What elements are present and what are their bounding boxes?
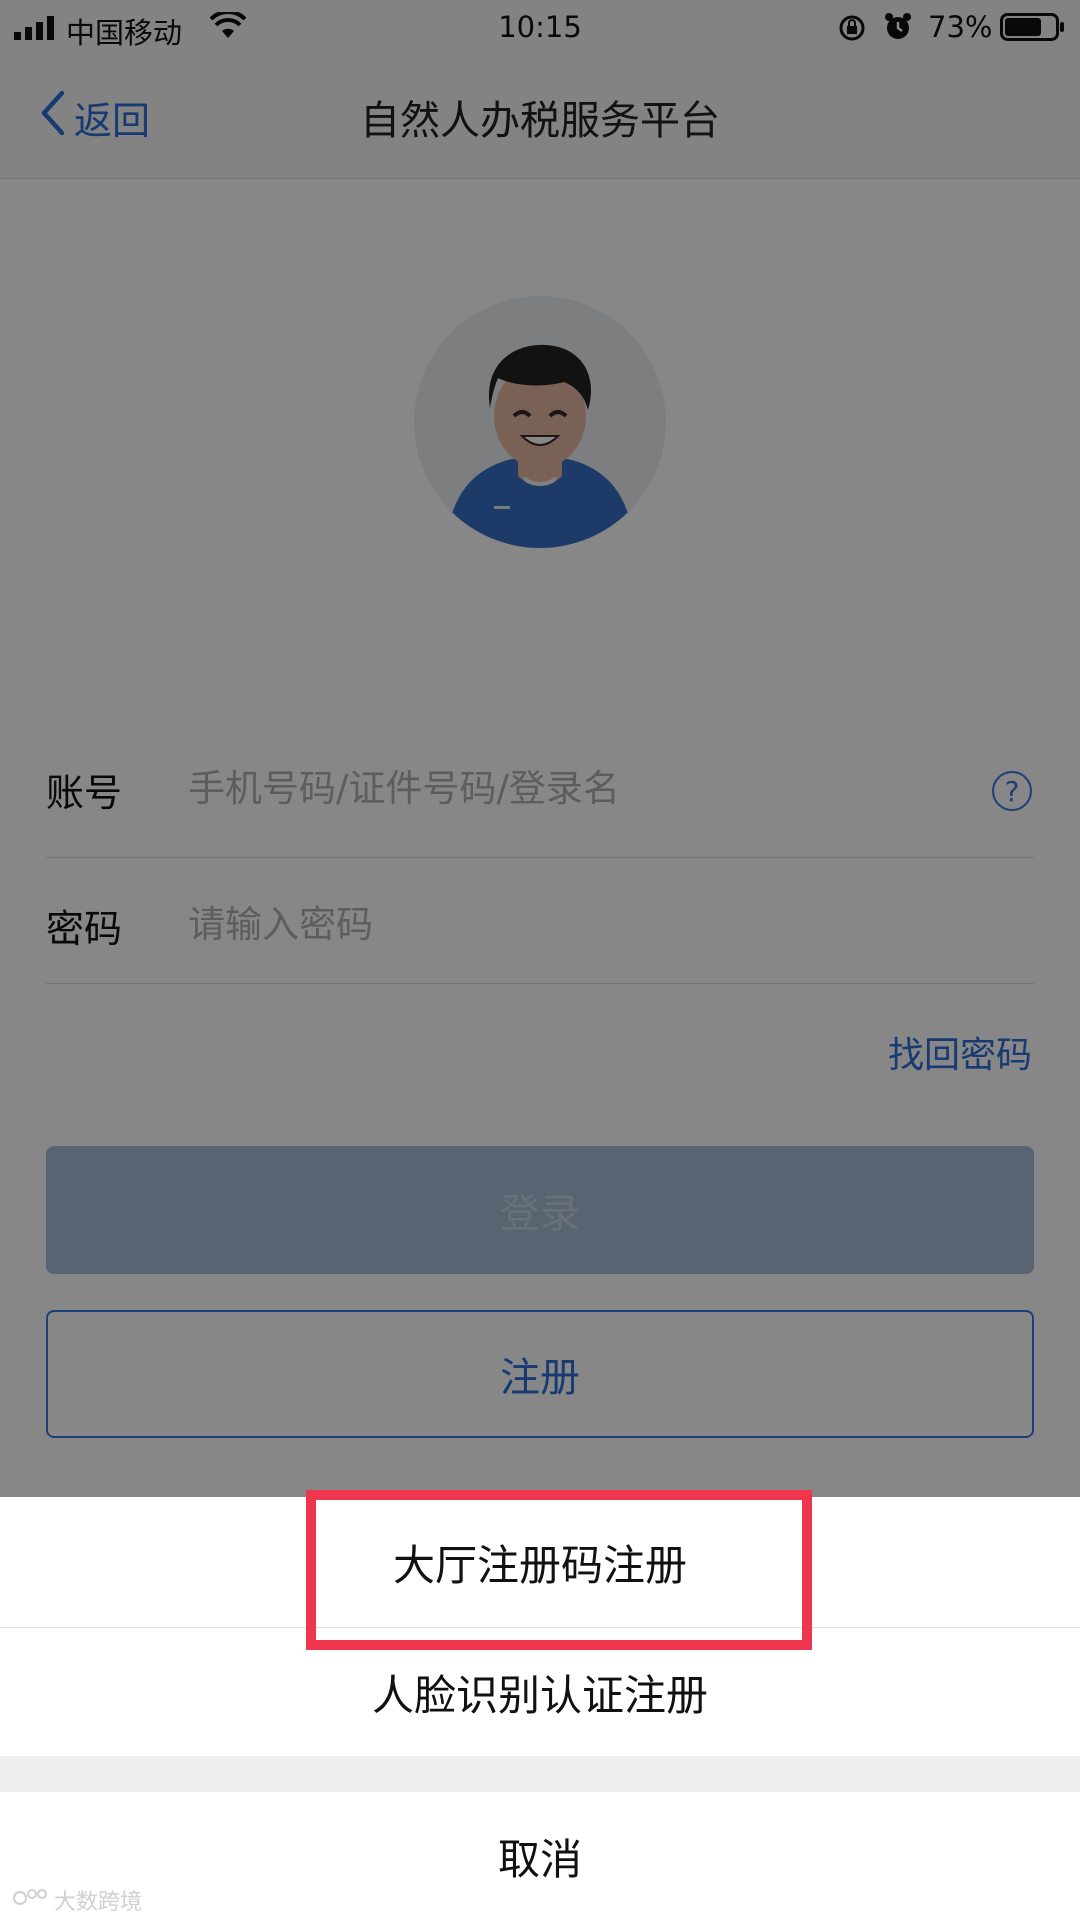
watermark-logo-icon	[12, 1886, 48, 1914]
watermark: 大数跨境	[12, 1884, 142, 1916]
modal-overlay[interactable]	[0, 0, 1080, 1497]
cancel-button[interactable]: 取消	[0, 1792, 1080, 1920]
highlight-box	[306, 1490, 812, 1650]
watermark-text: 大数跨境	[54, 1890, 143, 1915]
